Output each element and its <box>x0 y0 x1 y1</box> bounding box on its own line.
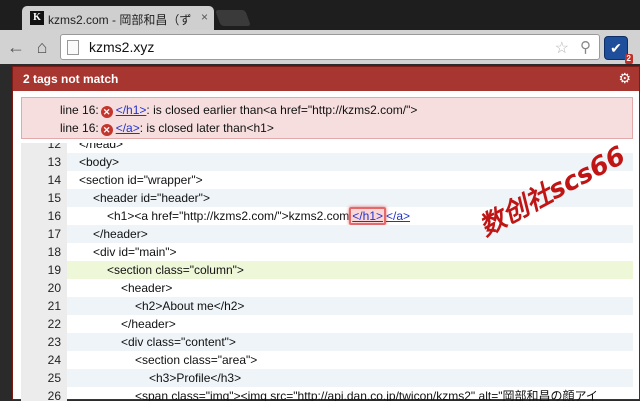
code-text: <section class="column"> <box>107 263 244 277</box>
code-line: 23 <div class="content"> <box>21 333 633 351</box>
gear-icon[interactable]: ⚙ <box>618 70 631 87</box>
error-line: line 16: <box>60 121 99 135</box>
error-list: line 16: ✕ </h1>: is closed earlier than<a… <box>21 97 633 139</box>
error-message: : is closed later than<h1> <box>139 121 274 135</box>
code-line: 19 <section class="column"> <box>21 261 633 279</box>
popup-title: 2 tags not match <box>23 72 119 86</box>
line-number: 15 <box>47 191 61 205</box>
page-background <box>0 66 12 400</box>
line-number: 13 <box>47 155 61 169</box>
tab-title: kzms2.com - 岡部和昌（ず <box>48 13 192 27</box>
line-number: 20 <box>47 281 61 295</box>
address-bar[interactable]: kzms2.xyz ☆ ⚲ <box>60 34 600 60</box>
popup-header: 2 tags not match ⚙ <box>13 67 639 91</box>
code-line: 17 </header> <box>21 225 633 243</box>
code-text: <body> <box>79 155 120 169</box>
browser-tab[interactable]: K kzms2.com - 岡部和昌（ず × <box>22 6 214 30</box>
line-number: 22 <box>47 317 61 331</box>
line-number: 24 <box>47 353 61 367</box>
line-number: 12 <box>47 143 61 151</box>
code-segment: <h1><a href="http://kzms2.com/">kzms2.co… <box>107 209 350 223</box>
new-tab-button[interactable] <box>215 10 251 26</box>
site-favicon-icon: K <box>30 11 44 25</box>
code-text: <div id="main"> <box>93 245 177 259</box>
line-number: 18 <box>47 245 61 259</box>
extension-popup: 2 tags not match ⚙ line 16: ✕ </h1>: is cl… <box>12 66 640 401</box>
code-text: <header> <box>121 281 173 295</box>
code-text: <section class="area"> <box>135 353 258 367</box>
browser-toolbar: ← ⌂ kzms2.xyz ☆ ⚲ <box>0 30 640 64</box>
error-tag-link[interactable]: </h1> <box>116 103 147 117</box>
line-number: 26 <box>47 389 61 401</box>
code-line: 26 <span class="img"><img src="http://api… <box>21 387 633 401</box>
tab-close-icon[interactable]: × <box>201 10 208 24</box>
line-number: 21 <box>47 299 61 313</box>
code-line: 22 </header> <box>21 315 633 333</box>
line-number: 17 <box>47 227 61 241</box>
tag-checker-extension-button[interactable]: ✔ 2 <box>604 36 633 64</box>
code-text: <header id="header"> <box>93 191 210 205</box>
code-text: <div class="content"> <box>121 335 236 349</box>
bookmark-star-icon[interactable]: ☆ <box>555 38 569 58</box>
code-text: <h3>Profile</h3> <box>149 371 242 385</box>
code-text: <h2>About me</h2> <box>135 299 245 313</box>
code-text: </head> <box>79 143 124 151</box>
mismatched-tag[interactable]: </h1> <box>349 207 386 225</box>
error-icon: ✕ <box>100 106 113 118</box>
error-icon: ✕ <box>100 124 113 136</box>
code-text: <section id="wrapper"> <box>79 173 203 187</box>
tab-strip: K kzms2.com - 岡部和昌（ず × <box>0 0 640 30</box>
back-icon[interactable]: ← <box>6 37 26 57</box>
code-line-background <box>67 225 633 243</box>
code-line: 24 <section class="area"> <box>21 351 633 369</box>
line-number: 23 <box>47 335 61 349</box>
checkmark-icon: ✔ <box>610 40 622 56</box>
address-input[interactable]: kzms2.xyz <box>89 39 154 55</box>
code-text: </header> <box>121 317 176 331</box>
line-number: 14 <box>47 173 61 187</box>
error-item: line 16: ✕ </h1>: is closed earlier than<a… <box>60 103 417 118</box>
code-line: 18 <div id="main"> <box>21 243 633 261</box>
code-line: 13 <body> <box>21 153 633 171</box>
page-icon <box>67 40 79 55</box>
zoom-icon[interactable]: ⚲ <box>580 38 591 56</box>
code-text: <span class="img"><img src="http://api.d… <box>135 389 598 401</box>
error-line: line 16: <box>60 103 99 117</box>
code-text: </header> <box>93 227 148 241</box>
code-line: 20 <header> <box>21 279 633 297</box>
code-line: 12 </head> <box>21 143 633 153</box>
error-tag-link[interactable]: </a> <box>116 121 140 135</box>
line-number: 25 <box>47 371 61 385</box>
error-item: line 16: ✕ </a>: is closed later than<h1> <box>60 121 274 136</box>
line-number: 16 <box>47 209 61 223</box>
code-text: <h1><a href="http://kzms2.com/">kzms2.co… <box>107 207 410 225</box>
line-number: 19 <box>47 263 61 277</box>
code-line: 25 <h3>Profile</h3> <box>21 369 633 387</box>
code-line-background <box>67 153 633 171</box>
code-line: 21 <h2>About me</h2> <box>21 297 633 315</box>
extension-badge: 2 <box>624 54 633 64</box>
home-icon[interactable]: ⌂ <box>32 37 52 57</box>
error-message: : is closed earlier than<a href="http://… <box>146 103 418 117</box>
mismatched-tag[interactable]: </a> <box>386 209 410 223</box>
